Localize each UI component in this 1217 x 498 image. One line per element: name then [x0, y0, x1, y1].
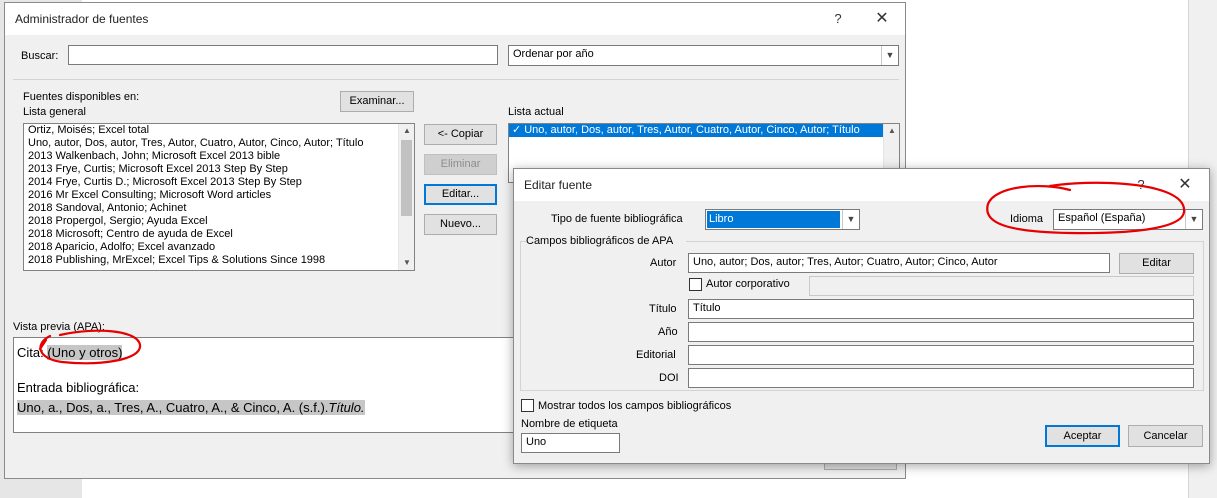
chevron-down-icon[interactable]: ▼ — [842, 210, 859, 229]
citation-line: Cita: (Uno y otros) — [17, 345, 123, 360]
check-icon: ✓ — [512, 124, 522, 136]
language-select[interactable]: Español (España) ▼ — [1053, 209, 1203, 230]
current-list-item[interactable]: ✓ Uno, autor, Dos, autor, Tres, Autor, Cu… — [509, 124, 883, 137]
tag-name-label: Nombre de etiqueta — [521, 418, 618, 430]
language-label: Idioma — [1010, 213, 1044, 225]
fields-group-top-line — [686, 241, 1204, 242]
preview-box: Cita: (Uno y otros) Entrada bibliográfic… — [13, 337, 518, 433]
bibliography-label: Entrada bibliográfica: — [17, 380, 140, 395]
master-list-item[interactable]: 2016 Mr Excel Consulting; Microsoft Word… — [24, 189, 414, 202]
citation-label: Cita: — [17, 345, 48, 360]
browse-button[interactable]: Examinar... — [340, 91, 414, 112]
master-list-item[interactable]: 2018 Microsoft; Centro de ayuda de Excel — [24, 228, 414, 241]
edit-source-title: Editar fuente — [524, 178, 593, 192]
master-list-item[interactable]: 2013 Walkenbach, John; Microsoft Excel 2… — [24, 150, 414, 163]
cancel-button[interactable]: Cancelar — [1128, 425, 1203, 447]
current-list-items: ✓ Uno, autor, Dos, autor, Tres, Autor, Cu… — [509, 124, 899, 137]
master-list-item[interactable]: 2018 Aparicio, Adolfo; Excel avanzado — [24, 241, 414, 254]
current-list-label: Lista actual — [508, 106, 564, 118]
chevron-up-icon[interactable]: ▲ — [884, 124, 899, 138]
close-icon[interactable]: ✕ — [1170, 174, 1200, 196]
sort-select[interactable]: Ordenar por año ▼ — [508, 45, 899, 66]
chevron-down-icon[interactable]: ▼ — [1185, 210, 1202, 229]
author-input[interactable]: Uno, autor; Dos, autor; Tres, Autor; Cua… — [688, 253, 1110, 273]
bibliography-title: Título. — [328, 400, 365, 415]
show-all-fields-checkbox[interactable] — [521, 399, 534, 412]
copy-button[interactable]: <- Copiar — [424, 124, 497, 145]
source-type-label: Tipo de fuente bibliográfica — [551, 213, 683, 225]
master-list-item[interactable]: 2013 Frye, Curtis; Microsoft Excel 2013 … — [24, 163, 414, 176]
help-icon[interactable]: ? — [823, 8, 853, 30]
source-type-value: Libro — [707, 211, 840, 228]
bibliography-text: Uno, a., Dos, a., Tres, A., Cuatro, A., … — [17, 400, 329, 415]
master-list[interactable]: Ortiz, Moisés; Excel total Uno, autor, Do… — [23, 123, 415, 271]
publisher-label: Editorial — [636, 349, 676, 361]
search-input[interactable] — [68, 45, 498, 65]
master-list-item[interactable]: 2014 Frye, Curtis D.; Microsoft Excel 20… — [24, 176, 414, 189]
edit-source-button[interactable]: Editar... — [424, 184, 497, 205]
search-label: Buscar: — [21, 50, 59, 62]
help-icon[interactable]: ? — [1126, 174, 1156, 196]
sources-available-label: Fuentes disponibles en: — [23, 91, 140, 103]
language-value: Español (España) — [1058, 212, 1146, 224]
divider — [13, 79, 899, 80]
bibliography-entry: Uno, a., Dos, a., Tres, A., Cuatro, A., … — [17, 400, 365, 415]
corporate-author-label: Autor corporativo — [706, 278, 790, 290]
master-list-item[interactable]: 2018 Sandoval, Antonio; Achinet — [24, 202, 414, 215]
author-label: Autor — [650, 257, 677, 269]
accept-button[interactable]: Aceptar — [1045, 425, 1120, 447]
chevron-down-icon[interactable]: ▼ — [881, 46, 898, 65]
master-list-item[interactable]: 2018 Propergol, Sergio; Ayuda Excel — [24, 215, 414, 228]
master-list-item[interactable]: Ortiz, Moisés; Excel total — [24, 124, 414, 137]
master-list-items: Ortiz, Moisés; Excel total Uno, autor, Do… — [24, 124, 414, 267]
corporate-author-input[interactable] — [809, 276, 1194, 296]
chevron-up-icon[interactable]: ▲ — [399, 124, 414, 138]
source-type-select[interactable]: Libro ▼ — [705, 209, 860, 230]
show-all-fields-label: Mostrar todos los campos bibliográficos — [538, 400, 732, 412]
publisher-input[interactable] — [688, 345, 1194, 365]
edit-source-titlebar: Editar fuente ? ✕ — [514, 169, 1209, 201]
close-icon[interactable]: ✕ — [867, 8, 897, 30]
edit-source-dialog: Editar fuente ? ✕ Tipo de fuente bibliog… — [513, 168, 1210, 464]
title-input[interactable]: Título — [688, 299, 1194, 319]
title-label: Título — [649, 303, 677, 315]
source-manager-title: Administrador de fuentes — [15, 12, 149, 26]
scroll-thumb[interactable] — [401, 140, 412, 216]
tag-name-input[interactable]: Uno — [521, 433, 620, 453]
current-list-item-text: Uno, autor, Dos, autor, Tres, Autor, Cua… — [524, 124, 860, 136]
doi-label: DOI — [659, 372, 679, 384]
corporate-author-checkbox[interactable] — [689, 278, 702, 291]
master-list-scrollbar[interactable]: ▲ ▼ — [398, 124, 414, 270]
year-input[interactable] — [688, 322, 1194, 342]
master-list-label: Lista general — [23, 106, 86, 118]
preview-label: Vista previa (APA): — [13, 321, 105, 333]
fields-group-top-line-left — [520, 241, 526, 242]
author-edit-button[interactable]: Editar — [1119, 253, 1194, 274]
source-manager-titlebar: Administrador de fuentes ? ✕ — [5, 3, 905, 35]
delete-button[interactable]: Eliminar — [424, 154, 497, 175]
citation-text: (Uno y otros) — [47, 345, 123, 360]
sort-select-value: Ordenar por año — [513, 48, 594, 60]
chevron-down-icon[interactable]: ▼ — [399, 256, 414, 270]
new-source-button[interactable]: Nuevo... — [424, 214, 497, 235]
doi-input[interactable] — [688, 368, 1194, 388]
master-list-item[interactable]: 2018 Publishing, MrExcel; Excel Tips & S… — [24, 254, 414, 267]
master-list-item[interactable]: Uno, autor, Dos, autor, Tres, Autor, Cua… — [24, 137, 414, 150]
year-label: Año — [658, 326, 678, 338]
